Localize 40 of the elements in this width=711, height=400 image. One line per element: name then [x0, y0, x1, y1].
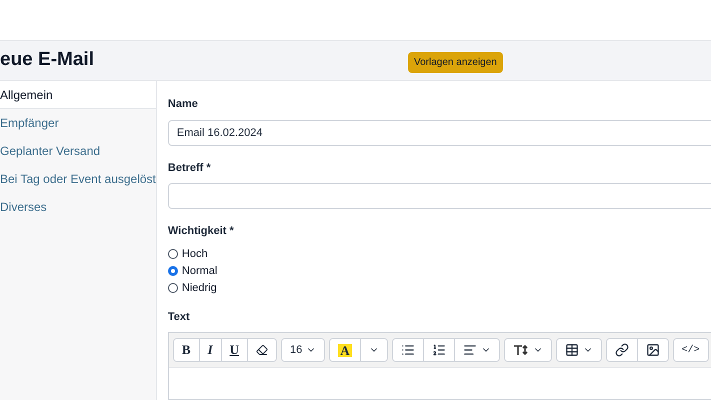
radio-button[interactable]: [168, 249, 178, 259]
highlight-button[interactable]: A: [330, 339, 361, 361]
italic-button[interactable]: I: [200, 339, 222, 361]
sidebar-item[interactable]: Allgemein: [0, 81, 156, 109]
sidebar-item[interactable]: Bei Tag oder Event ausgelöst: [0, 165, 156, 193]
underline-button[interactable]: U: [222, 339, 248, 361]
radio-label: Hoch: [182, 246, 208, 262]
eraser-button[interactable]: [248, 339, 276, 361]
radio-label: Niedrig: [182, 280, 217, 296]
radio-button[interactable]: [168, 283, 178, 293]
sidebar-item[interactable]: Geplanter Versand: [0, 137, 156, 165]
sidebar-item[interactable]: Diverses: [0, 193, 156, 221]
bullet-list-icon: [400, 343, 415, 357]
radio-label: Normal: [182, 264, 218, 279]
text-editor[interactable]: B I U 16 A </>: [168, 332, 711, 400]
radio-button[interactable]: [168, 266, 178, 276]
field-label: Betreff *: [168, 160, 212, 176]
field-label: Text: [168, 310, 191, 324]
align-button[interactable]: [454, 339, 499, 361]
sidebar-item[interactable]: Empfänger: [0, 109, 156, 137]
field-label: Name: [168, 97, 199, 112]
code-button[interactable]: </>: [674, 339, 708, 361]
name-field[interactable]: Email 16.02.2024: [168, 120, 711, 146]
dropdown-button[interactable]: 16: [282, 339, 324, 361]
page-title: eue E-Mail: [0, 48, 94, 72]
link-icon: [614, 343, 629, 357]
image-icon: [646, 343, 660, 357]
align-icon: [462, 343, 477, 357]
link-button[interactable]: [606, 339, 638, 361]
templates-button[interactable]: Vorlagen anzeigen: [408, 52, 503, 73]
eraser-icon: [256, 344, 268, 356]
image-button[interactable]: [638, 339, 668, 361]
subject-field[interactable]: [168, 183, 711, 209]
field-label: Wichtigkeit *: [168, 224, 235, 239]
ol-button[interactable]: [424, 339, 455, 361]
ul-button[interactable]: [392, 339, 424, 361]
text-height-icon: [512, 344, 529, 356]
bold-button[interactable]: B: [174, 339, 200, 361]
table-icon: [564, 343, 579, 357]
numbered-list-icon: [432, 343, 446, 357]
